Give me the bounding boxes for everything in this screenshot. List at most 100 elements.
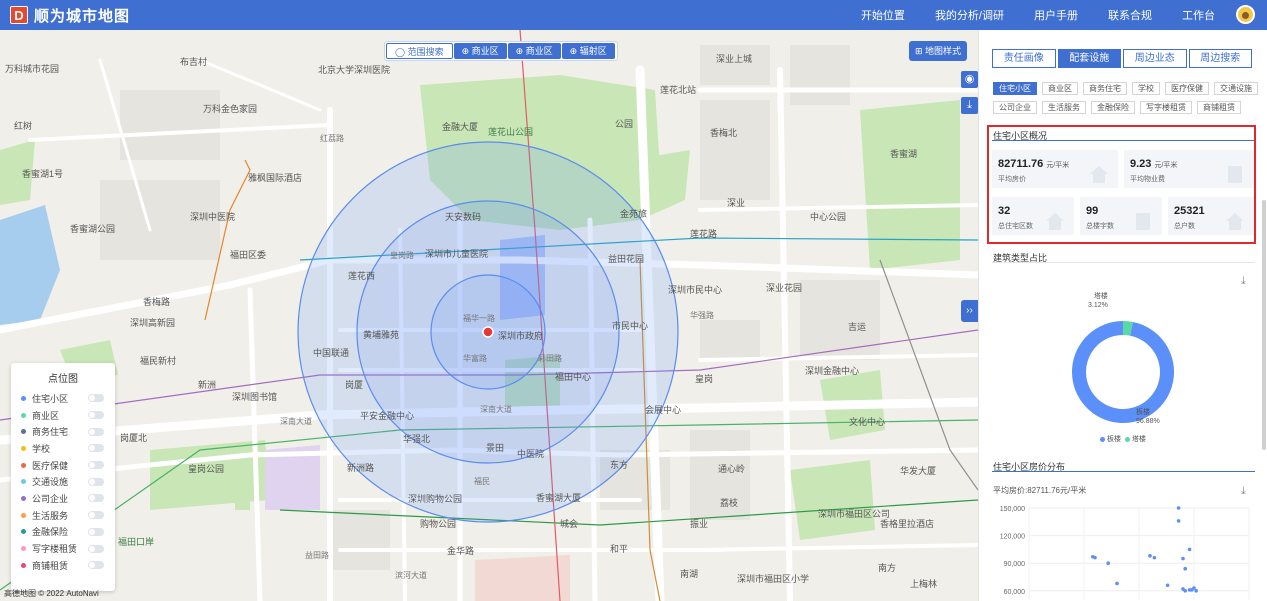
legend-item[interactable]: 生活服务: [11, 507, 115, 524]
scatter-point[interactable]: [1176, 506, 1181, 510]
map-label: 公园: [615, 119, 634, 129]
map-label: 东方: [610, 460, 629, 470]
nav-workbench[interactable]: 工作台: [1182, 7, 1215, 23]
category-button[interactable]: 商务住宅: [1083, 82, 1127, 95]
scatter-point[interactable]: [1194, 589, 1198, 593]
toggle-switch[interactable]: [88, 444, 104, 453]
map-label: 深圳市政府: [498, 331, 544, 341]
map-label: 中心公园: [810, 212, 847, 222]
map-label: 深圳高新园: [130, 318, 176, 328]
scatter-point[interactable]: [1190, 588, 1194, 592]
map-label: 南方: [878, 563, 897, 573]
map-tool-tabs: ◯ 范围搜索 ⊕ 商业区 ⊕ 商业区 ⊕ 辐射区: [384, 41, 618, 61]
category-button[interactable]: 学校: [1132, 82, 1160, 95]
tab-portrait[interactable]: 责任画像: [992, 49, 1056, 68]
map-canvas[interactable]: 万科城市花园 布吉村 北京大学深圳医院 深业上城 万科金色家园 红树 莲花北站 …: [0, 30, 978, 601]
legend-item[interactable]: 交通设施: [11, 473, 115, 490]
map-label: 和平: [610, 544, 629, 554]
category-button[interactable]: 交通设施: [1214, 82, 1258, 95]
category-button[interactable]: 商铺租赁: [1197, 101, 1241, 114]
tab-business-area[interactable]: ⊕ 商业区: [453, 43, 507, 59]
category-button[interactable]: 公司企业: [993, 101, 1037, 114]
scatter-point[interactable]: [1187, 547, 1192, 552]
tab-range-search[interactable]: ◯ 范围搜索: [386, 43, 453, 59]
nav-analysis[interactable]: 我的分析/调研: [935, 7, 1004, 23]
category-button[interactable]: 生活服务: [1042, 101, 1086, 114]
map-label: 吉运: [848, 322, 867, 332]
map-label: 城会: [560, 519, 579, 529]
map-label: 万科金色家园: [203, 104, 258, 114]
category-button[interactable]: 商业区: [1042, 82, 1078, 95]
toggle-switch[interactable]: [88, 477, 104, 486]
map-copyright: 高德地图 © 2022 AutoNavi: [4, 589, 99, 598]
category-button[interactable]: 医疗保健: [1165, 82, 1209, 95]
toggle-switch[interactable]: [88, 461, 104, 470]
legend-item[interactable]: 住宅小区: [11, 390, 115, 407]
map-label: 深南大道: [280, 417, 312, 426]
map-label: 福民: [474, 477, 490, 486]
app-title[interactable]: 顺为城市地图: [34, 5, 130, 26]
scatter-point[interactable]: [1115, 581, 1119, 586]
scatter-point[interactable]: [1093, 555, 1097, 560]
map-label: 深圳购物公园: [408, 494, 463, 504]
nav-contact[interactable]: 联系合规: [1108, 7, 1152, 23]
donut-slice-板楼[interactable]: [1072, 321, 1174, 423]
nav-manual[interactable]: 用户手册: [1034, 7, 1078, 23]
panel-scrollbar[interactable]: [1262, 200, 1266, 450]
toggle-switch[interactable]: [88, 494, 104, 503]
toggle-switch[interactable]: [88, 411, 104, 420]
scatter-point[interactable]: [1152, 555, 1157, 560]
tab-radiation-area[interactable]: ⊕ 辐射区: [561, 43, 615, 59]
scatter-point[interactable]: [1183, 589, 1187, 593]
avatar[interactable]: [1236, 5, 1255, 24]
legend-item[interactable]: 学校: [11, 440, 115, 457]
legend-item[interactable]: 商务住宅: [11, 423, 115, 440]
map-label: 上梅林: [910, 579, 938, 589]
map-label: 文化中心: [849, 417, 886, 427]
category-button[interactable]: 住宅小区: [993, 82, 1037, 95]
y-tick-label: 60,000: [1004, 589, 1026, 596]
eye-icon[interactable]: ◉: [961, 71, 978, 88]
tab-search[interactable]: 周边搜索: [1188, 49, 1252, 68]
legend-item[interactable]: 公司企业: [11, 490, 115, 507]
scatter-point[interactable]: [1106, 561, 1110, 565]
category-button[interactable]: 金融保险: [1091, 101, 1135, 114]
tab-business[interactable]: 周边业态: [1123, 49, 1187, 68]
toggle-switch[interactable]: [88, 544, 104, 553]
legend-item[interactable]: 商业区: [11, 407, 115, 424]
point-legend: 点位图 住宅小区 商业区 商务住宅 学校 医疗保健 交通设施 公司企业 生活服务 金融保险 写字楼…: [11, 363, 115, 591]
toggle-switch[interactable]: [88, 394, 104, 403]
legend-item[interactable]: 金融保险: [11, 524, 115, 541]
download-icon[interactable]: ⤓: [1241, 485, 1246, 498]
collapse-panel-button[interactable]: ››: [961, 300, 978, 322]
toggle-switch[interactable]: [88, 427, 104, 436]
app-logo[interactable]: D: [10, 6, 28, 24]
scatter-point[interactable]: [1181, 556, 1185, 561]
legend-item-label: 公司企业: [32, 493, 69, 504]
tab-business-area-2[interactable]: ⊕ 商业区: [507, 43, 561, 59]
legend-dot: [21, 495, 26, 501]
scatter-point[interactable]: [1165, 583, 1170, 588]
map-label: 深南大道: [480, 405, 512, 414]
legend-item-label: 交通设施: [32, 477, 69, 488]
toggle-switch[interactable]: [88, 561, 104, 570]
map-label: 香格里拉酒店: [880, 519, 935, 529]
download-icon[interactable]: ⤓: [961, 97, 978, 114]
map-style-button[interactable]: ⊞ 地图样式: [909, 41, 967, 61]
category-button[interactable]: 写字楼租赁: [1140, 101, 1192, 114]
nav-start[interactable]: 开始位置: [861, 7, 905, 23]
legend-item[interactable]: 医疗保健: [11, 457, 115, 474]
legend-item[interactable]: 写字楼租赁: [11, 540, 115, 557]
scatter-subtitle: 平均房价:82711.76元/平米: [993, 486, 1087, 495]
toggle-switch[interactable]: [88, 527, 104, 536]
map-label: 莲花北站: [660, 85, 697, 95]
map-label: 中医院: [517, 449, 545, 459]
map-label: 深圳市福田区小学: [737, 574, 810, 584]
scatter-point[interactable]: [1176, 519, 1181, 523]
scatter-point[interactable]: [1148, 554, 1152, 558]
scatter-point[interactable]: [1183, 566, 1187, 571]
legend-item[interactable]: 商铺租赁: [11, 557, 115, 574]
tab-facilities[interactable]: 配套设施: [1057, 49, 1121, 68]
toggle-switch[interactable]: [88, 511, 104, 520]
donut-slice-塔楼[interactable]: [1122, 321, 1133, 336]
